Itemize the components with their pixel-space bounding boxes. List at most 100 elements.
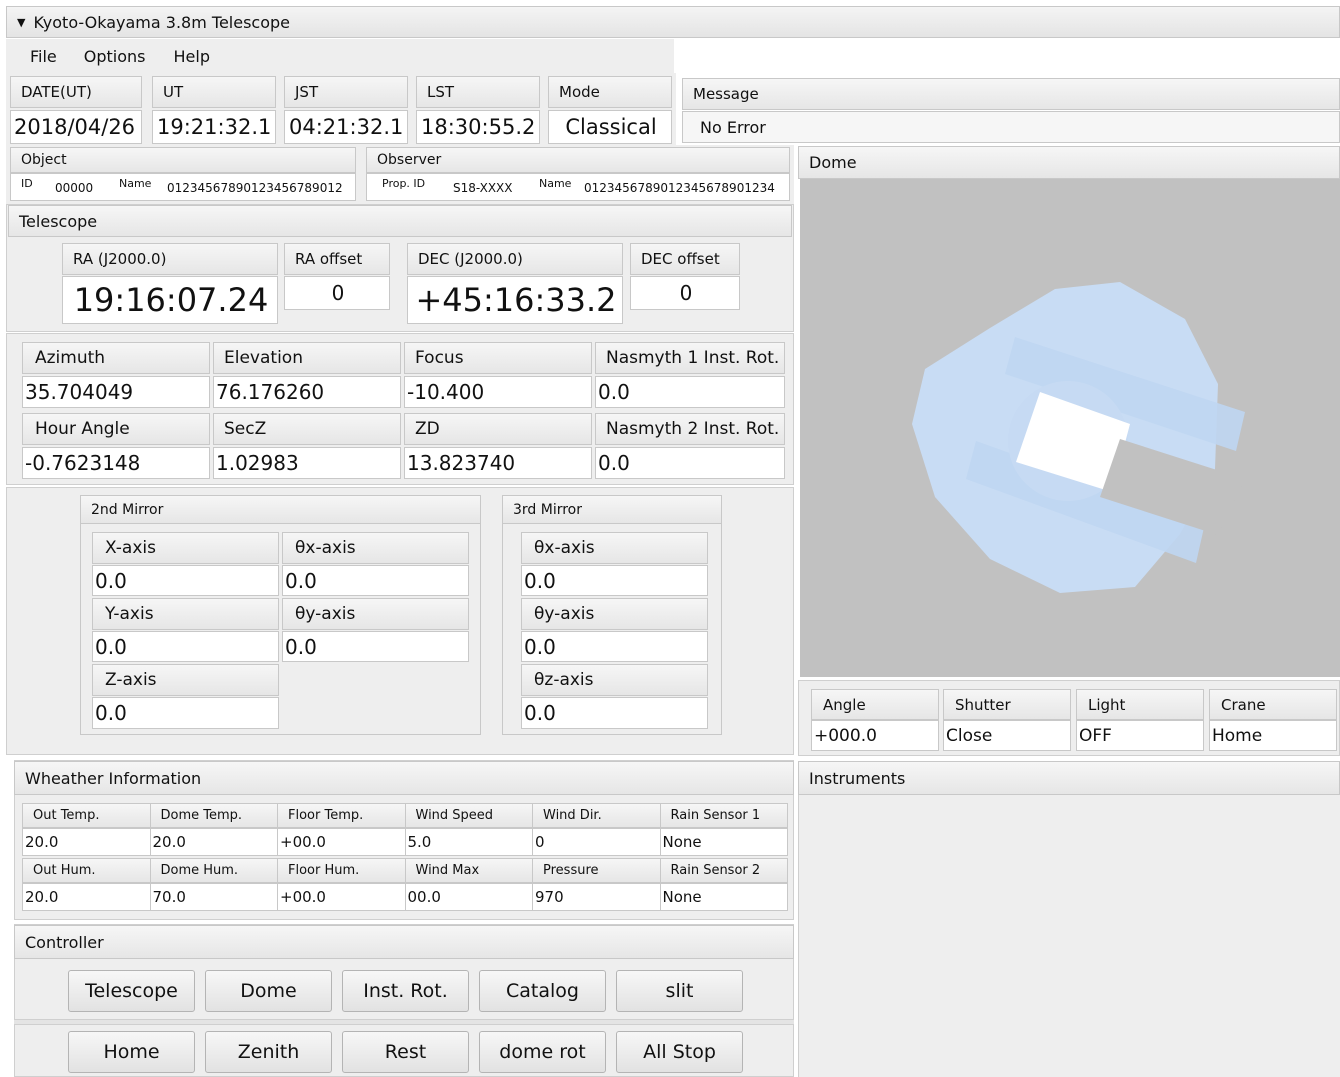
weather-wind-dir-label: Wind Dir. xyxy=(532,803,661,828)
ra-offset-label: RA offset xyxy=(284,243,390,275)
ra-label: RA (J2000.0) xyxy=(62,243,278,275)
dome-graphic xyxy=(912,282,1245,593)
focus-value: -10.400 xyxy=(404,376,592,408)
weather-floor-hum-value: +00.0 xyxy=(277,883,406,911)
weather-wind-speed-label: Wind Speed xyxy=(404,803,533,828)
weather-rain-sensor-1-label: Rain Sensor 1 xyxy=(659,803,788,828)
weather-title: Wheather Information xyxy=(14,761,794,795)
object-name-label: Name xyxy=(119,177,152,190)
home-button[interactable]: Home xyxy=(68,1031,195,1073)
weather-out-temp-value: 20.0 xyxy=(22,828,151,856)
ra-offset-value[interactable]: 0 xyxy=(284,276,390,310)
azimuth-value: 35.704049 xyxy=(22,376,210,408)
secz-label: SecZ xyxy=(213,413,401,445)
lst-value: 18:30:55.2 xyxy=(416,110,540,144)
dome-light-value: OFF xyxy=(1076,720,1204,751)
mirror3-ty-value[interactable]: 0.0 xyxy=(521,631,708,662)
dome-light-label: Light xyxy=(1076,689,1204,720)
mirror2-x-value[interactable]: 0.0 xyxy=(92,565,279,596)
observer-name-value: 0123456789012345678901234 xyxy=(584,181,775,195)
menu-file[interactable]: File xyxy=(30,47,57,66)
weather-rain-sensor-2-value: None xyxy=(659,883,788,911)
menu-options[interactable]: Options xyxy=(84,47,146,66)
mirror2-ty-value[interactable]: 0.0 xyxy=(282,631,469,662)
weather-pressure-label: Pressure xyxy=(532,858,661,883)
controller-title: Controller xyxy=(14,925,794,959)
hour-angle-value: -0.7623148 xyxy=(22,447,210,479)
observer-title: Observer xyxy=(366,147,790,173)
weather-wind-max-value: 00.0 xyxy=(404,883,533,911)
dome-rot-button[interactable]: dome rot xyxy=(479,1031,606,1073)
jst-value: 04:21:32.1 xyxy=(284,110,408,144)
weather-wind-speed-value: 5.0 xyxy=(404,828,533,856)
dome-angle-label: Angle xyxy=(811,689,939,720)
lst-label: LST xyxy=(416,76,540,108)
telescope-button[interactable]: Telescope xyxy=(68,970,195,1012)
mode-label: Mode xyxy=(548,76,672,108)
dome-title: Dome xyxy=(798,146,1340,179)
dome-crane-label: Crane xyxy=(1209,689,1337,720)
catalog-button[interactable]: Catalog xyxy=(479,970,606,1012)
mirror2-y-value[interactable]: 0.0 xyxy=(92,631,279,662)
inst-rot-button[interactable]: Inst. Rot. xyxy=(342,970,469,1012)
mode-value: Classical xyxy=(548,110,672,144)
title-bar: ▼ Kyoto-Okayama 3.8m Telescope xyxy=(6,6,1340,38)
instruments-area xyxy=(798,795,1340,1077)
object-name-value: 0123456789012345678​9012 xyxy=(167,181,343,195)
date-label: DATE(UT) xyxy=(10,76,142,108)
instruments-title: Instruments xyxy=(798,761,1340,795)
dec-offset-value[interactable]: 0 xyxy=(630,276,740,310)
telescope-title: Telescope xyxy=(8,205,792,237)
date-value: 2018/04/26 xyxy=(10,110,142,144)
weather-out-hum-value: 20.0 xyxy=(22,883,151,911)
message-label: Message xyxy=(682,78,1340,110)
weather-dome-hum-value: 70.0 xyxy=(149,883,278,911)
prop-id-value: S18-XXXX xyxy=(453,181,513,195)
mirror2-x-label: X-axis xyxy=(92,532,279,564)
ra-value: 19:16:07.24 xyxy=(62,276,278,324)
mirror3-ty-label: θy-axis xyxy=(521,598,708,630)
nasmyth1-label: Nasmyth 1 Inst. Rot. xyxy=(595,342,785,374)
weather-pressure-value: 970 xyxy=(532,883,661,911)
elevation-label: Elevation xyxy=(213,342,401,374)
weather-wind-max-label: Wind Max xyxy=(404,858,533,883)
dome-button[interactable]: Dome xyxy=(205,970,332,1012)
hour-angle-label: Hour Angle xyxy=(22,413,210,445)
observer-name-label: Name xyxy=(539,177,572,190)
mirror2-z-label: Z-axis xyxy=(92,664,279,696)
controller-divider xyxy=(14,1019,794,1025)
mirror3-tx-label: θx-axis xyxy=(521,532,708,564)
dome-shutter-value: Close xyxy=(943,720,1071,751)
all-stop-button[interactable]: All Stop xyxy=(616,1031,743,1073)
weather-floor-temp-label: Floor Temp. xyxy=(277,803,406,828)
dec-offset-label: DEC offset xyxy=(630,243,740,275)
secz-value: 1.02983 xyxy=(213,447,401,479)
mirror3-tz-value[interactable]: 0.0 xyxy=(521,697,708,729)
mirror2-ty-label: θy-axis xyxy=(282,598,469,630)
menu-help[interactable]: Help xyxy=(174,47,210,66)
menu-bar: File Options Help xyxy=(6,39,674,73)
zd-label: ZD xyxy=(404,413,592,445)
object-title: Object xyxy=(10,147,356,173)
slit-button[interactable]: slit xyxy=(616,970,743,1012)
zenith-button[interactable]: Zenith xyxy=(205,1031,332,1073)
zd-value: 13.823740 xyxy=(404,447,592,479)
weather-dome-temp-label: Dome Temp. xyxy=(149,803,278,828)
mirror2-tx-value[interactable]: 0.0 xyxy=(282,565,469,596)
mirror2-z-value[interactable]: 0.0 xyxy=(92,697,279,729)
focus-label: Focus xyxy=(404,342,592,374)
weather-floor-temp-value: +00.0 xyxy=(277,828,406,856)
dec-value: +45:16:33.2 xyxy=(407,276,623,324)
dome-crane-value: Home xyxy=(1209,720,1337,751)
mirror3-tx-value[interactable]: 0.0 xyxy=(521,565,708,596)
rest-button[interactable]: Rest xyxy=(342,1031,469,1073)
jst-label: JST xyxy=(284,76,408,108)
mirror2-tx-label: θx-axis xyxy=(282,532,469,564)
weather-dome-hum-label: Dome Hum. xyxy=(149,858,278,883)
object-info: ID 00000 Name 0123456789012345678​9012 xyxy=(10,173,356,201)
elevation-value: 76.176260 xyxy=(213,376,401,408)
object-id-value: 00000 xyxy=(55,181,94,195)
mirror3-title: 3rd Mirror xyxy=(502,495,722,524)
collapse-triangle-icon[interactable]: ▼ xyxy=(17,16,25,29)
dome-angle-value: +000.0 xyxy=(811,720,939,751)
